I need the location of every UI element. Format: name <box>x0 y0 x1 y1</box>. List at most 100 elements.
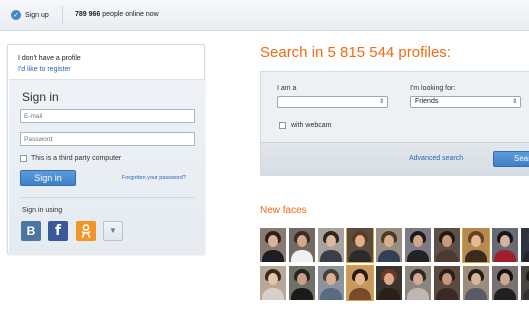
profile-thumbnail[interactable] <box>376 266 402 300</box>
sign-in-panel: I don't have a profile I'd like to regis… <box>7 44 205 254</box>
photo-face <box>355 273 365 285</box>
sign-up-link[interactable]: ✓ Sign up <box>11 10 49 20</box>
photo-face <box>500 235 510 247</box>
profile-thumbnail[interactable] <box>434 266 460 300</box>
ok-glyph <box>81 224 91 238</box>
photo-face <box>442 235 452 247</box>
photo-shoulders <box>407 250 429 262</box>
forgot-password-link[interactable]: Forgotten your password? <box>122 175 186 181</box>
profile-thumbnail[interactable] <box>289 266 315 300</box>
photo-shoulders <box>436 288 458 300</box>
profile-thumbnail[interactable] <box>376 228 402 262</box>
new-faces-title: New faces <box>260 205 307 216</box>
photo-shoulders <box>465 250 487 262</box>
sign-in-form: Sign in This is a third party computer S… <box>9 79 205 254</box>
more-providers-button[interactable]: ▼ <box>103 221 123 241</box>
photo-face <box>384 235 394 247</box>
photo-shoulders <box>407 288 429 300</box>
sign-up-label: Sign up <box>25 11 49 19</box>
photo-face <box>413 235 423 247</box>
profile-thumbnail[interactable] <box>346 265 374 301</box>
photo-shoulders <box>291 250 313 262</box>
webcam-label: with webcam <box>291 122 332 129</box>
photo-shoulders <box>320 288 342 300</box>
chevron-down-icon: ▼ <box>109 226 117 235</box>
profile-thumbnail[interactable] <box>405 266 431 300</box>
photo-face <box>297 273 307 285</box>
photo-shoulders <box>291 288 313 300</box>
profile-thumbnail[interactable] <box>318 266 344 300</box>
third-party-row: This is a third party computer <box>20 155 121 162</box>
online-suffix: people online now <box>102 11 159 18</box>
i-am-label: I am a <box>277 85 297 92</box>
sign-in-title: Sign in <box>22 90 59 104</box>
profile-thumbnail[interactable] <box>462 228 490 263</box>
checkmark-icon: ✓ <box>11 10 21 20</box>
photo-face <box>413 273 423 285</box>
photo-face <box>268 273 278 285</box>
divider <box>20 197 195 198</box>
webcam-row: with webcam <box>279 122 331 129</box>
online-count-text: 789 966 people online now <box>75 11 159 18</box>
photo-shoulders <box>320 250 342 262</box>
photo-shoulders <box>436 250 458 262</box>
divider <box>62 6 63 24</box>
profile-thumbnail[interactable] <box>492 228 518 262</box>
top-bar: ✓ Sign up 789 966 people online now <box>0 0 529 31</box>
new-faces-grid <box>260 228 529 302</box>
password-field[interactable] <box>20 132 195 146</box>
email-field[interactable] <box>20 109 195 123</box>
looking-for-label: I'm looking for: <box>410 85 456 92</box>
select-arrows-icon: ⇕ <box>511 98 517 105</box>
search-button[interactable]: Search <box>493 151 529 167</box>
i-am-select[interactable]: ⇕ <box>277 96 388 108</box>
webcam-checkbox[interactable] <box>279 122 286 129</box>
photo-shoulders <box>349 288 371 300</box>
profile-thumbnail[interactable] <box>318 228 344 262</box>
photo-shoulders <box>494 288 516 300</box>
profile-thumbnail[interactable] <box>492 266 518 300</box>
photo-shoulders <box>465 288 487 300</box>
photo-face <box>471 235 481 247</box>
facebook-icon[interactable]: f <box>48 221 68 241</box>
photo-face <box>326 235 336 247</box>
photo-face <box>442 273 452 285</box>
profile-thumbnail[interactable] <box>521 228 529 262</box>
photo-face <box>355 235 365 247</box>
select-arrows-icon: ⇕ <box>378 98 384 105</box>
profile-thumbnail[interactable] <box>346 228 374 263</box>
third-party-label: This is a third party computer <box>31 155 122 162</box>
photo-face <box>326 273 336 285</box>
photo-face <box>268 235 278 247</box>
profile-thumbnail[interactable] <box>521 266 529 300</box>
sign-in-using-label: Sign in using <box>22 207 63 214</box>
search-headline: Search in 5 815 544 profiles: <box>260 44 451 61</box>
advanced-search-link[interactable]: Advanced search <box>409 155 463 162</box>
photo-shoulders <box>378 288 400 300</box>
profile-thumbnail[interactable] <box>405 228 431 262</box>
photo-shoulders <box>349 250 371 262</box>
no-profile-text: I don't have a profile <box>18 55 81 62</box>
register-link[interactable]: I'd like to register <box>18 66 71 73</box>
search-footer: Advanced search Search <box>261 142 529 176</box>
photo-face <box>297 235 307 247</box>
odnoklassniki-icon[interactable] <box>76 221 96 241</box>
photo-shoulders <box>262 288 284 300</box>
photo-face <box>471 273 481 285</box>
profile-thumbnail[interactable] <box>260 228 286 262</box>
sign-in-button[interactable]: Sign in <box>20 170 76 186</box>
search-box: I am a I'm looking for: ⇕ Friends ⇕ with… <box>260 71 529 176</box>
photo-shoulders <box>378 250 400 262</box>
profile-thumbnail[interactable] <box>260 266 286 300</box>
photo-shoulders <box>494 250 516 262</box>
online-count: 789 966 <box>75 11 101 18</box>
photo-shoulders <box>262 250 284 262</box>
photo-face <box>384 273 394 285</box>
photo-face <box>500 273 510 285</box>
profile-thumbnail[interactable] <box>289 228 315 262</box>
vkontakte-icon[interactable]: B <box>21 221 41 241</box>
profile-thumbnail[interactable] <box>463 266 489 300</box>
profile-thumbnail[interactable] <box>434 228 460 262</box>
looking-for-select[interactable]: Friends ⇕ <box>410 96 521 108</box>
third-party-checkbox[interactable] <box>20 155 27 162</box>
